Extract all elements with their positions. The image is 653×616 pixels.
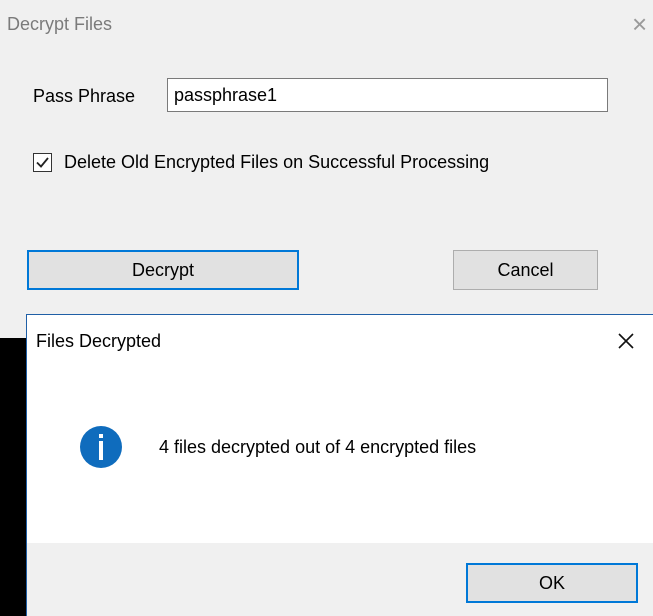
pass-phrase-input[interactable] [167,78,608,112]
message-box-titlebar: Files Decrypted [27,315,653,365]
delete-files-checkbox[interactable] [33,153,52,172]
close-icon[interactable] [614,329,638,353]
message-box-body: 4 files decrypted out of 4 encrypted fil… [27,365,653,543]
background-window-edge [0,338,26,616]
message-box-footer: OK [27,543,653,616]
checkmark-icon [36,157,49,168]
ok-button[interactable]: OK [466,563,638,603]
message-text: 4 files decrypted out of 4 encrypted fil… [159,437,477,457]
cancel-button[interactable]: Cancel [453,250,598,290]
delete-files-label: Delete Old Encrypted Files on Successful… [64,152,490,172]
dialog-title: Decrypt Files [7,14,113,34]
close-icon[interactable]: × [632,11,653,37]
message-box-title: Files Decrypted [36,331,162,351]
screen: Decrypt Files × Pass Phrase Delete Old E… [0,0,653,616]
info-icon [80,426,122,468]
decrypt-button[interactable]: Decrypt [27,250,299,290]
delete-files-option[interactable]: Delete Old Encrypted Files on Successful… [33,152,489,173]
message-box: Files Decrypted 4 files decrypted out of… [26,314,653,616]
pass-phrase-label: Pass Phrase [33,86,136,106]
